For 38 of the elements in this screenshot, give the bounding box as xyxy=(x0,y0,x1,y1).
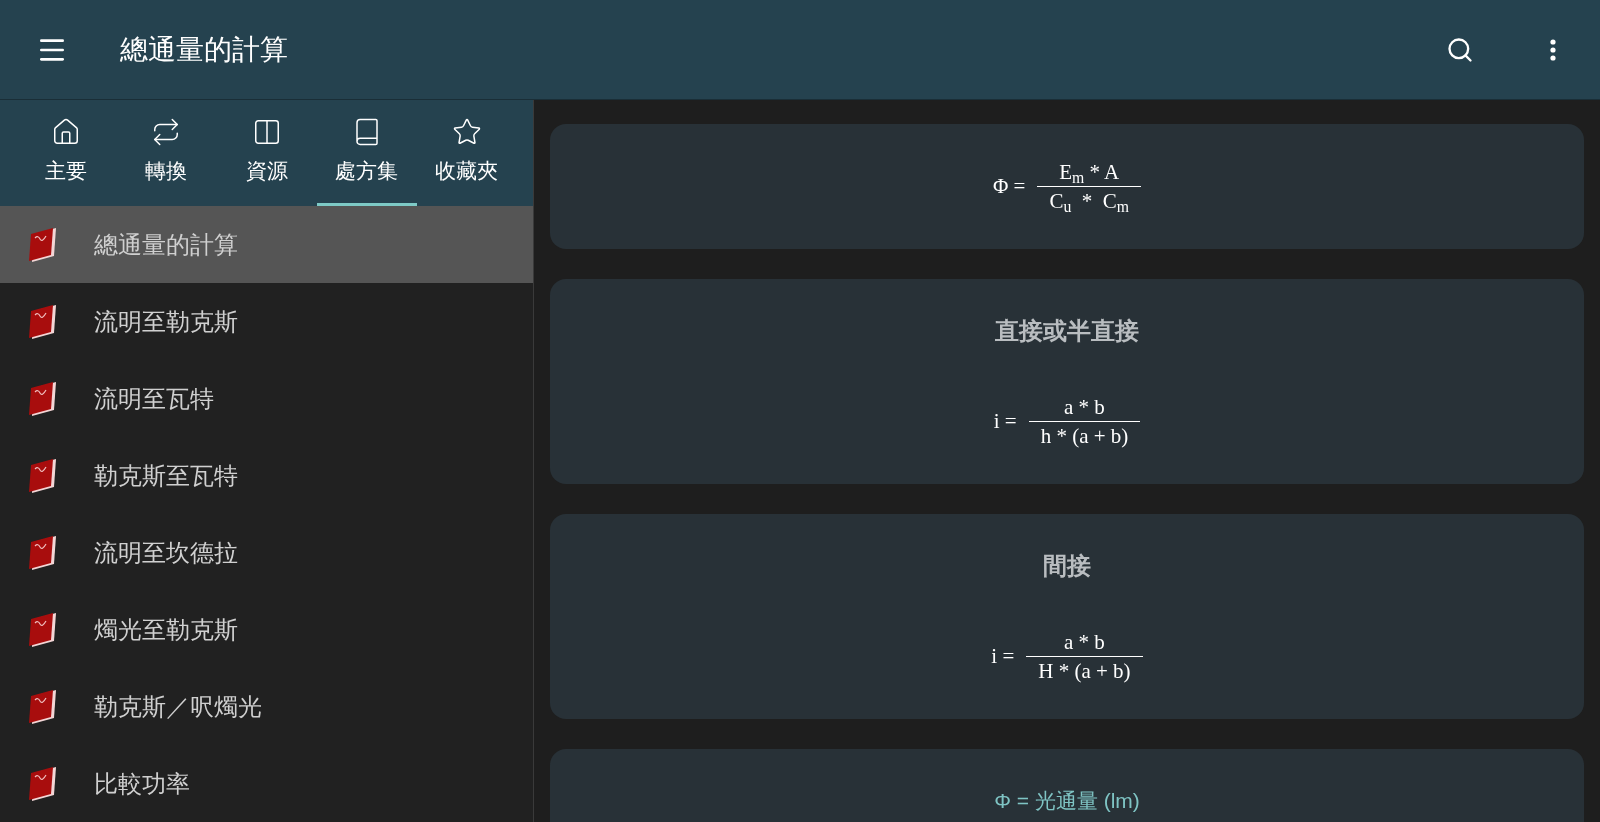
formula-numerator: E$_{m}$ * A xyxy=(1058,159,1121,186)
formula-list-item[interactable]: 比較功率 xyxy=(0,745,533,822)
formula-name: 比較功率 xyxy=(94,768,190,799)
formula-lhs: Φ = xyxy=(992,172,1026,200)
formula-denominator: h * (a + b) xyxy=(1039,423,1130,450)
formula-numerator: a * b xyxy=(1063,629,1106,656)
formula-name: 流明至瓦特 xyxy=(94,383,214,414)
tab[interactable]: 收藏夾 xyxy=(416,100,517,206)
formula-name: 勒克斯／呎燭光 xyxy=(94,691,262,722)
tab[interactable]: 主要 xyxy=(16,100,117,206)
legend-line: Φ = 光通量 (lm) xyxy=(994,788,1140,814)
more-options-button[interactable] xyxy=(1550,38,1556,61)
formula-name: 流明至坎德拉 xyxy=(94,537,238,568)
formula-list-item[interactable]: 流明至勒克斯 xyxy=(0,283,533,360)
formula-list-item[interactable]: 流明至瓦特 xyxy=(0,360,533,437)
card-heading: 間接 xyxy=(1043,551,1091,581)
star-icon xyxy=(451,116,482,147)
formula-lhs: i = xyxy=(993,407,1017,435)
formula-denominator: H * (a + b) xyxy=(1037,658,1132,685)
search-icon xyxy=(1446,35,1474,64)
formula-denominator: C$_{u}$ * C$_{m}$ xyxy=(1048,188,1131,215)
formula-list-item[interactable]: 燭光至勒克斯 xyxy=(0,591,533,668)
more-options-icon xyxy=(1550,38,1556,61)
formula-name: 燭光至勒克斯 xyxy=(94,614,238,645)
formula-list-item[interactable]: 勒克斯／呎燭光 xyxy=(0,668,533,745)
tab[interactable]: 資源 xyxy=(216,100,317,206)
formula-numerator: a * b xyxy=(1063,394,1106,421)
formula-list-item[interactable]: 總通量的計算 xyxy=(0,206,533,283)
app-title: 總通量的計算 xyxy=(120,32,289,67)
formula-name: 總通量的計算 xyxy=(94,229,238,260)
formula-list-item[interactable]: 流明至坎德拉 xyxy=(0,514,533,591)
search-button[interactable] xyxy=(1446,35,1474,64)
tab[interactable]: 轉換 xyxy=(116,100,217,206)
card-heading: 直接或半直接 xyxy=(995,316,1139,346)
formula-list-item[interactable]: 勒克斯至瓦特 xyxy=(0,437,533,514)
formula-name: 流明至勒克斯 xyxy=(94,306,238,337)
formula-lhs: i = xyxy=(991,642,1015,670)
formula-name: 勒克斯至瓦特 xyxy=(94,460,238,491)
